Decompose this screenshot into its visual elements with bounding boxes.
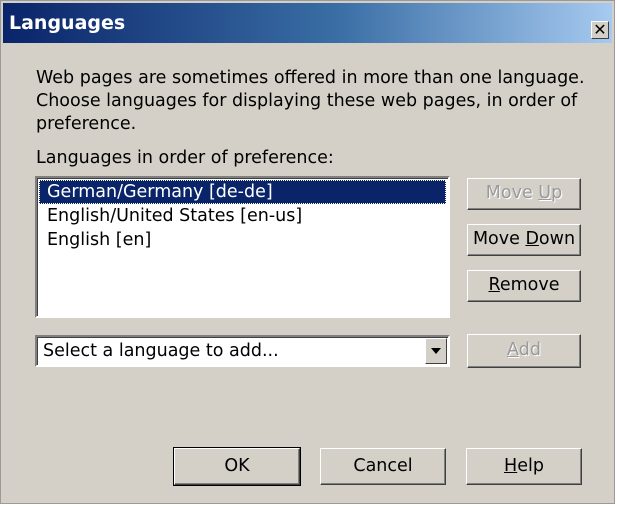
ok-button[interactable]: OK xyxy=(173,447,301,486)
help-button[interactable]: Help xyxy=(466,448,582,485)
close-button[interactable]: ✕ xyxy=(591,21,609,39)
description-text: Web pages are sometimes offered in more … xyxy=(36,68,585,134)
move-down-button[interactable]: Move Down xyxy=(467,224,581,256)
add-button[interactable]: Add xyxy=(467,334,581,368)
add-language-select-value: Select a language to add... xyxy=(43,341,279,361)
chevron-down-icon[interactable] xyxy=(425,338,447,364)
language-item-de-de[interactable]: German/Germany [de-de] xyxy=(39,180,446,204)
dialog-title: Languages xyxy=(9,12,126,34)
add-language-select[interactable]: Select a language to add... xyxy=(35,335,450,367)
language-item-en[interactable]: English [en] xyxy=(37,228,448,252)
title-bar: Languages ✕ xyxy=(3,3,612,43)
close-icon: ✕ xyxy=(593,20,607,39)
languages-listbox[interactable]: German/Germany [de-de] English/United St… xyxy=(35,176,450,318)
cancel-button[interactable]: Cancel xyxy=(320,448,446,485)
remove-button[interactable]: Remove xyxy=(467,270,581,302)
language-item-en-us[interactable]: English/United States [en-us] xyxy=(37,204,448,228)
move-up-button[interactable]: Move Up xyxy=(467,178,581,210)
languages-dialog: Languages ✕ Web pages are sometimes offe… xyxy=(0,0,615,504)
languages-list-label: Languages in order of preference: xyxy=(36,148,334,168)
